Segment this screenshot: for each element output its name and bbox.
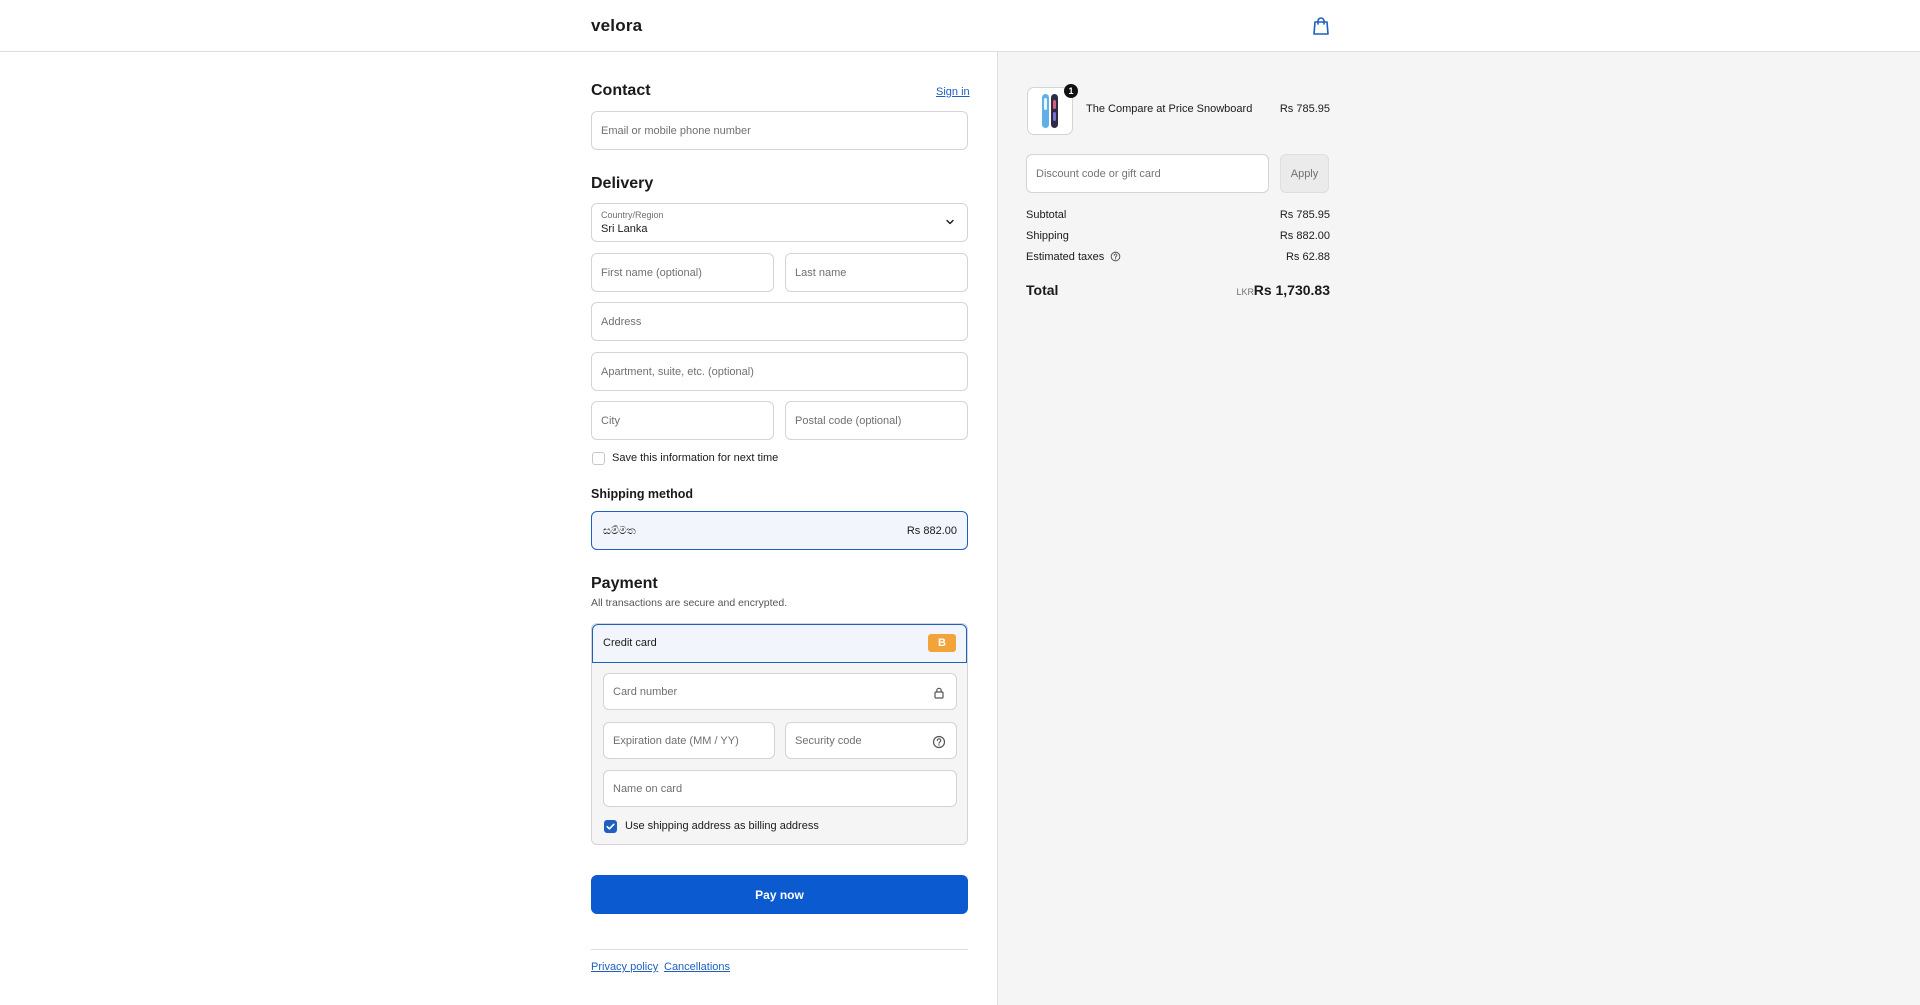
- discount-wrapper: [1026, 154, 1269, 193]
- site-header: velora: [0, 0, 1920, 52]
- credit-card-option[interactable]: Credit card B: [592, 624, 967, 663]
- sign-in-link[interactable]: Sign in: [936, 86, 970, 98]
- card-number-wrapper: [603, 673, 957, 710]
- country-value: Sri Lanka: [601, 223, 648, 235]
- privacy-policy-link[interactable]: Privacy policy: [591, 961, 658, 973]
- expiration-date-field[interactable]: [604, 723, 774, 758]
- shipping-method-title: Shipping method: [591, 487, 694, 501]
- expiry-wrapper: [603, 722, 775, 759]
- shipping-option-standard[interactable]: සම්මත Rs 882.00: [591, 511, 968, 550]
- apartment-wrapper: [591, 352, 968, 391]
- save-info-label: Save this information for next time: [612, 452, 779, 464]
- first-name-wrapper: [591, 253, 774, 292]
- security-code-wrapper: [785, 722, 957, 759]
- last-name-wrapper: [785, 253, 968, 292]
- chevron-down-icon: [946, 219, 954, 225]
- save-info-checkbox[interactable]: [592, 452, 605, 465]
- checkmark-icon: [606, 823, 615, 830]
- city-field[interactable]: [592, 402, 773, 439]
- delivery-title: Delivery: [591, 175, 654, 192]
- shipping-option-price: Rs 882.00: [906, 525, 957, 537]
- billing-same-checkbox[interactable]: [604, 820, 617, 833]
- total-value: Rs 1,730.83: [1253, 282, 1330, 298]
- shipping-label: Shipping: [1026, 230, 1069, 242]
- country-select[interactable]: Country/Region Sri Lanka: [591, 203, 968, 242]
- estimated-taxes-text: Estimated taxes: [1026, 251, 1105, 263]
- credit-card-label: Credit card: [603, 637, 657, 649]
- cancellations-link[interactable]: Cancellations: [664, 961, 730, 973]
- product-price: Rs 785.95: [1279, 103, 1330, 115]
- quantity-badge: 1: [1064, 84, 1078, 98]
- shipping-option-name: සම්මත: [603, 524, 636, 537]
- lock-icon: [934, 687, 944, 699]
- payment-subtitle: All transactions are secure and encrypte…: [591, 597, 788, 609]
- security-code-field[interactable]: [786, 723, 956, 758]
- name-on-card-wrapper: [603, 770, 957, 807]
- total-label: Total: [1026, 282, 1059, 298]
- address-wrapper: [591, 302, 968, 341]
- discount-code-field[interactable]: [1027, 155, 1268, 192]
- postal-wrapper: [785, 401, 968, 440]
- help-circle-icon[interactable]: [932, 735, 946, 749]
- card-number-field[interactable]: [604, 674, 956, 709]
- estimated-taxes-label: Estimated taxes: [1026, 251, 1121, 263]
- subtotal-label: Subtotal: [1026, 209, 1067, 221]
- apartment-field[interactable]: [592, 353, 967, 390]
- email-field-wrapper: [591, 111, 968, 150]
- postal-code-field[interactable]: [786, 402, 967, 439]
- apply-discount-button[interactable]: Apply: [1280, 154, 1329, 193]
- payment-brand-badge: B: [928, 634, 956, 652]
- payment-title: Payment: [591, 575, 658, 592]
- order-summary-panel: [997, 52, 1920, 1005]
- name-on-card-field[interactable]: [604, 771, 956, 806]
- last-name-field[interactable]: [786, 254, 967, 291]
- contact-title: Contact: [591, 82, 651, 99]
- help-circle-icon[interactable]: [1110, 251, 1121, 262]
- store-logo[interactable]: velora: [591, 16, 642, 36]
- shipping-value: Rs 882.00: [1279, 230, 1330, 242]
- pay-now-button[interactable]: Pay now: [591, 875, 968, 914]
- email-field[interactable]: [592, 112, 967, 149]
- estimated-taxes-value: Rs 62.88: [1285, 251, 1330, 263]
- address-field[interactable]: [592, 303, 967, 340]
- shopping-bag-icon[interactable]: [1312, 16, 1330, 36]
- footer-divider: [591, 949, 968, 950]
- first-name-field[interactable]: [592, 254, 773, 291]
- city-wrapper: [591, 401, 774, 440]
- billing-same-label: Use shipping address as billing address: [625, 820, 819, 832]
- country-label: Country/Region: [601, 210, 664, 220]
- subtotal-value: Rs 785.95: [1279, 209, 1330, 221]
